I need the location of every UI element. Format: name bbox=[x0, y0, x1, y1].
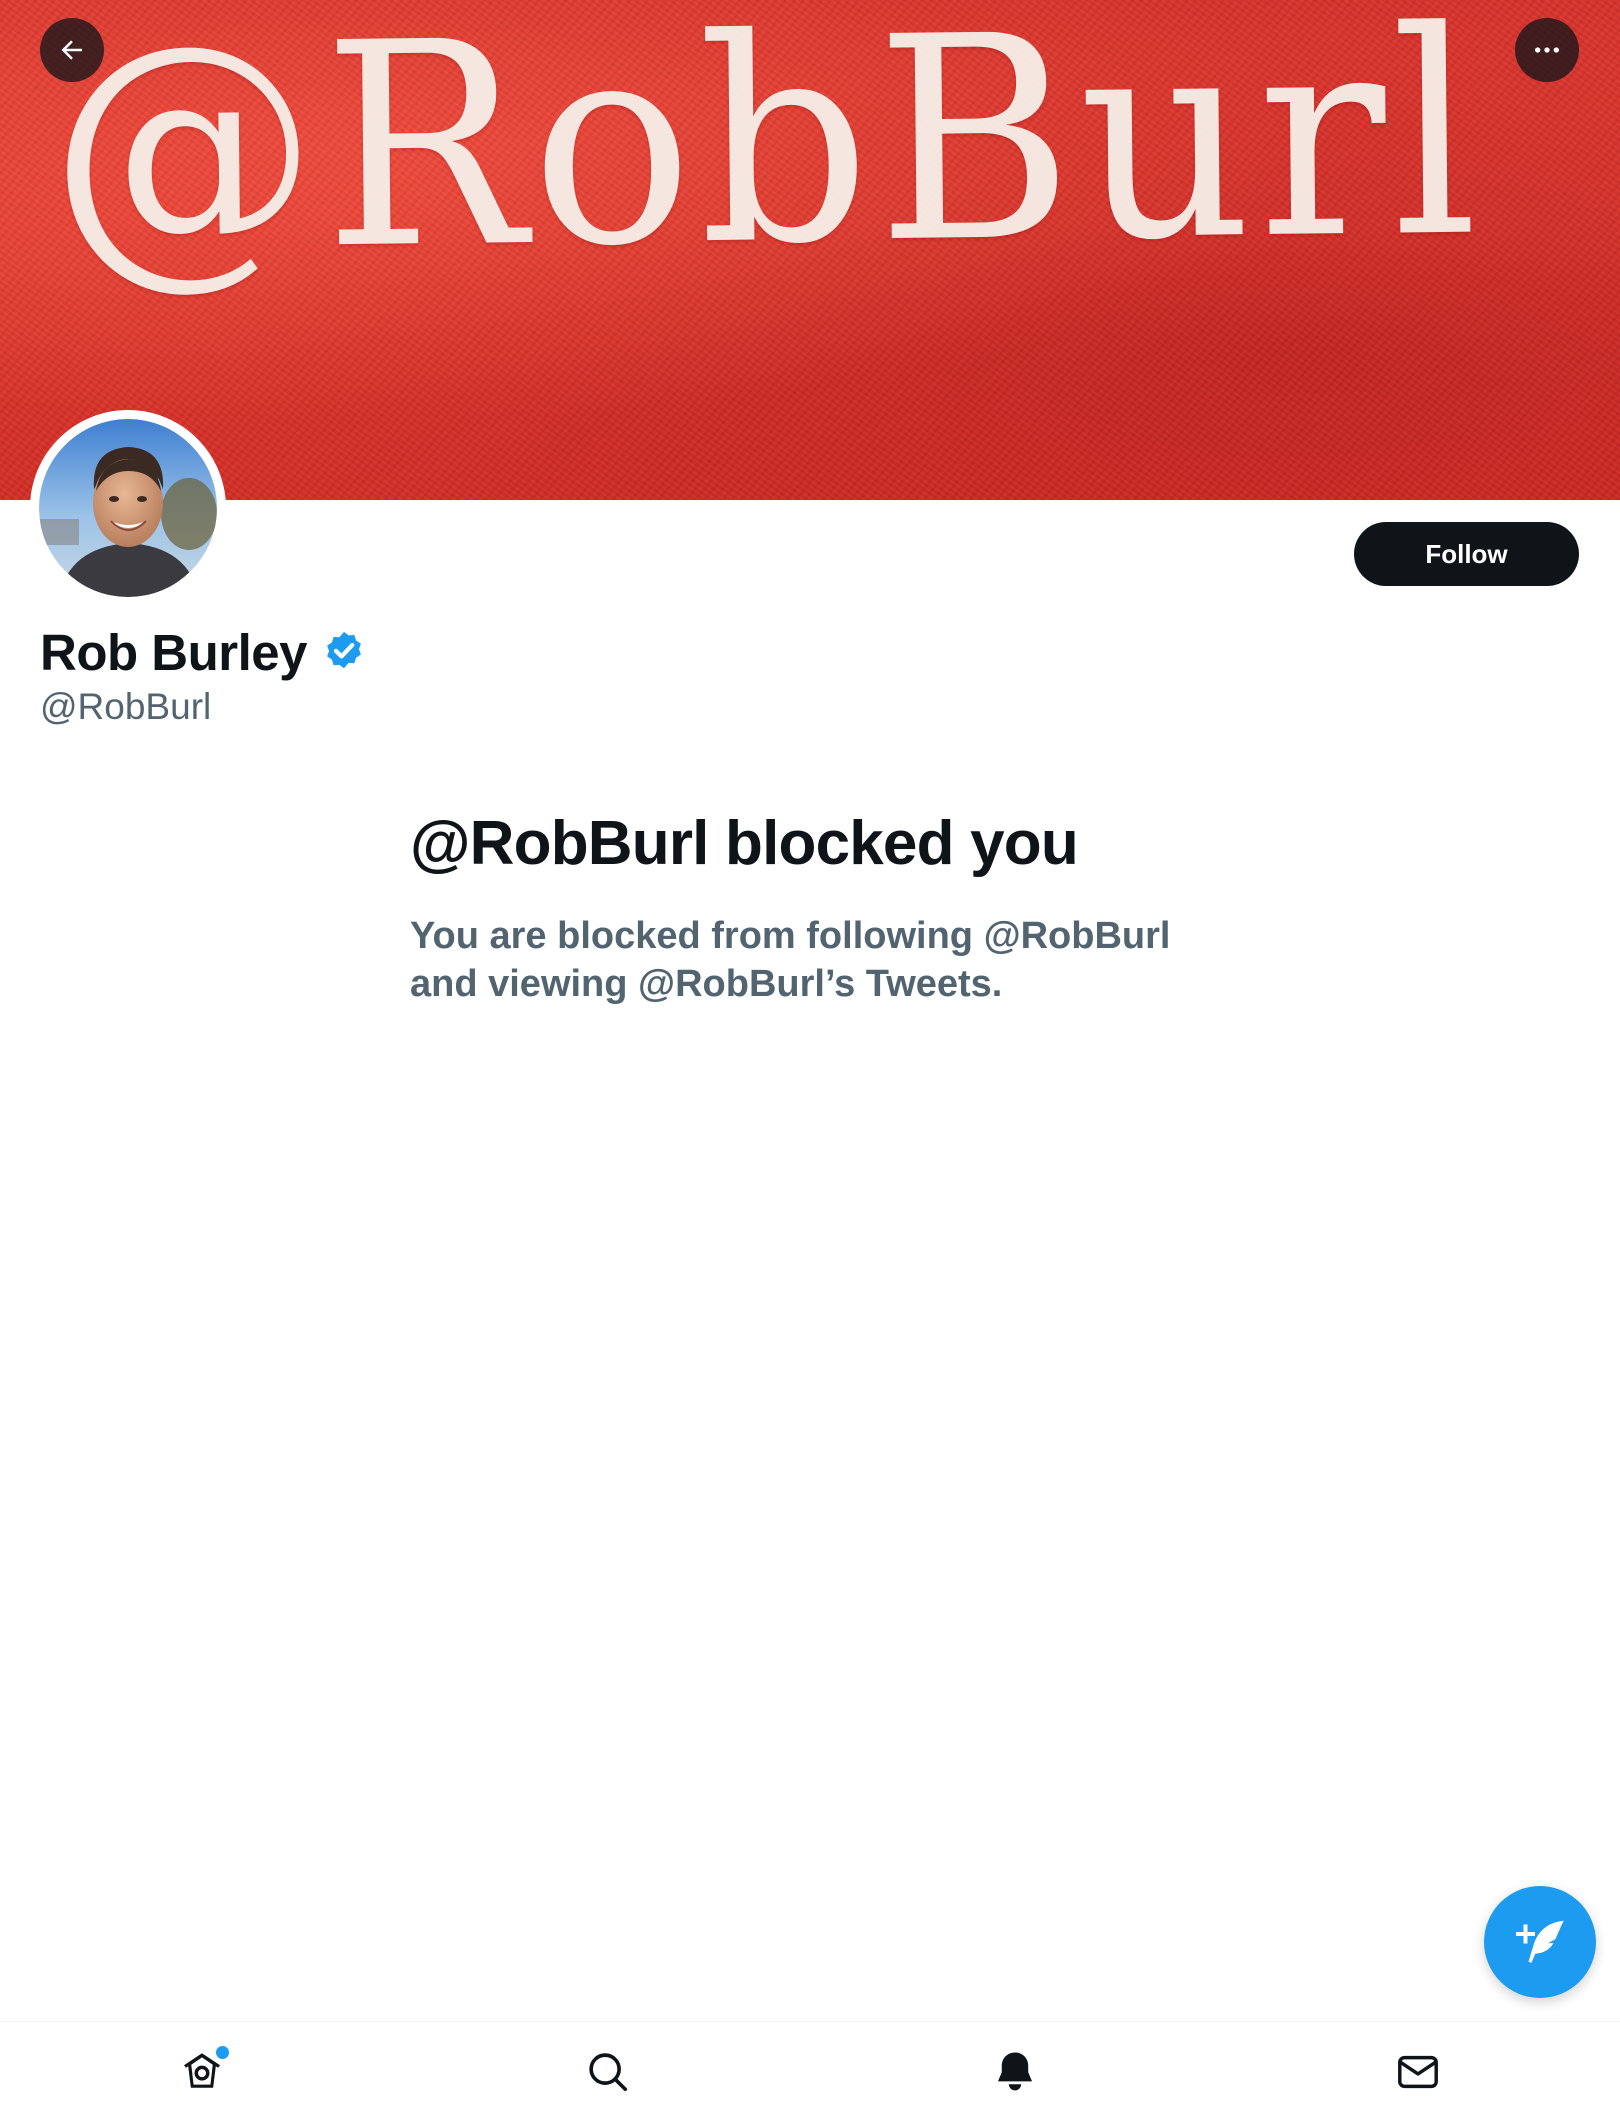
verified-badge-icon bbox=[321, 629, 367, 675]
search-icon bbox=[589, 2052, 628, 2091]
bottom-nav bbox=[0, 2021, 1620, 2121]
blocked-description: You are blocked from following @RobBurl … bbox=[410, 915, 1171, 1005]
nav-home[interactable] bbox=[142, 2022, 262, 2121]
more-horizontal-icon bbox=[1535, 47, 1559, 53]
more-options-button[interactable] bbox=[1515, 18, 1579, 82]
nav-search[interactable] bbox=[548, 2022, 668, 2121]
bell-icon bbox=[997, 2051, 1033, 2090]
display-name: Rob Burley bbox=[40, 623, 308, 681]
arrow-left-icon bbox=[61, 40, 82, 60]
mail-icon bbox=[1398, 2055, 1438, 2088]
banner-wordmark: @RobBurl bbox=[47, 0, 1486, 315]
avatar-photo bbox=[39, 419, 217, 597]
blocked-title: @RobBurl blocked you bbox=[410, 809, 1079, 878]
profile-banner[interactable]: @RobBurl bbox=[0, 0, 1620, 500]
compose-tweet-icon bbox=[1516, 1920, 1564, 1963]
nav-messages[interactable] bbox=[1358, 2022, 1478, 2121]
avatar[interactable] bbox=[30, 410, 226, 606]
profile-handle: @RobBurl bbox=[40, 686, 212, 727]
home-notification-dot bbox=[214, 2044, 231, 2061]
display-name-row: Rob Burley bbox=[40, 618, 367, 686]
back-button[interactable] bbox=[40, 18, 104, 82]
nav-notifications[interactable] bbox=[955, 2022, 1075, 2121]
follow-button[interactable]: Follow bbox=[1354, 522, 1579, 586]
compose-tweet-button[interactable] bbox=[1484, 1886, 1596, 1998]
